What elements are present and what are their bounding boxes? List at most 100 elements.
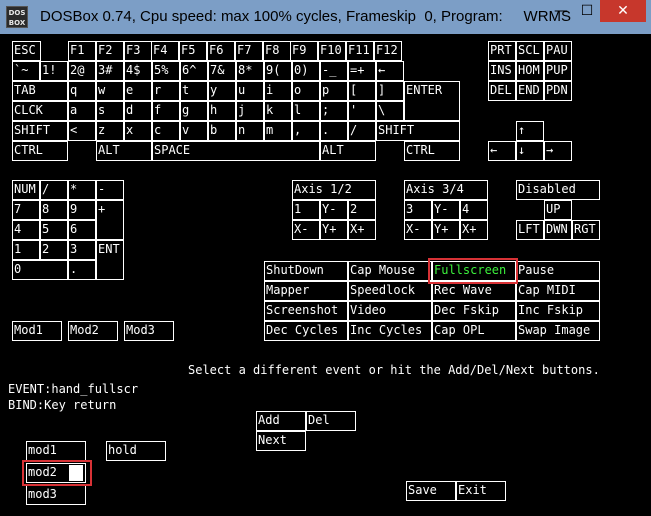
joystick-hat-dwn[interactable]: DWN (544, 220, 572, 240)
event-inc-fskip[interactable]: Inc Fskip (516, 301, 600, 321)
key-sym-10[interactable]: ; (320, 101, 348, 121)
window-titlebar[interactable]: DOS BOX DOSBox 0.74, Cpu speed: max 100%… (0, 0, 651, 34)
key-ins[interactable]: INS (488, 61, 516, 81)
maximize-button[interactable]: ☐ (574, 0, 600, 22)
key-arrow-down[interactable]: ↓ (516, 141, 544, 161)
key-7[interactable]: 7& (208, 61, 236, 81)
key-p[interactable]: p (320, 81, 348, 101)
key-m[interactable]: m (264, 121, 292, 141)
key-f[interactable]: f (152, 101, 180, 121)
key-4[interactable]: 4$ (124, 61, 152, 81)
key-sym-12[interactable]: ] (376, 81, 404, 101)
joystick-b2-x[interactable]: X+ (460, 220, 488, 240)
joystick-b1-4[interactable]: 4 (460, 200, 488, 220)
key-a[interactable]: a (68, 101, 96, 121)
mod2-button[interactable]: Mod2 (68, 321, 118, 341)
key-o[interactable]: o (292, 81, 320, 101)
next-button[interactable]: Next (256, 431, 306, 451)
key-f5[interactable]: F5 (179, 41, 207, 61)
numpad-key-5[interactable]: 5 (40, 220, 68, 240)
key-t[interactable]: t (180, 81, 208, 101)
key-del[interactable]: DEL (488, 81, 516, 101)
event-video[interactable]: Video (348, 301, 432, 321)
mod3-option[interactable]: mod3 (26, 485, 86, 505)
event-screenshot[interactable]: Screenshot (264, 301, 348, 321)
add-button[interactable]: Add (256, 411, 306, 431)
event-rec-wave[interactable]: Rec Wave (432, 281, 516, 301)
key-y[interactable]: y (208, 81, 236, 101)
key-sym-9[interactable]: , (292, 121, 320, 141)
key-enter[interactable]: ENTER (404, 81, 460, 121)
key-f3[interactable]: F3 (124, 41, 152, 61)
key-ctrl-right[interactable]: CTRL (404, 141, 460, 161)
key-r[interactable]: r (152, 81, 180, 101)
numpad-key-minus[interactable]: - (96, 180, 124, 200)
key-sym-11[interactable]: / (348, 121, 376, 141)
numpad-key-plus[interactable]: + (96, 200, 124, 240)
key-3[interactable]: 3# (96, 61, 124, 81)
key-ctrl-left[interactable]: CTRL (12, 141, 68, 161)
numpad-key-decimal[interactable]: . (68, 260, 96, 280)
key-pup[interactable]: PUP (544, 61, 572, 81)
key-hom[interactable]: HOM (516, 61, 544, 81)
joystick-a1-y[interactable]: Y- (320, 200, 348, 220)
event-dec-cycles[interactable]: Dec Cycles (264, 321, 348, 341)
event-inc-cycles[interactable]: Inc Cycles (348, 321, 432, 341)
joystick-a1-2[interactable]: 2 (348, 200, 376, 220)
key-f12[interactable]: F12 (374, 41, 402, 61)
key-arrow-up[interactable]: ↑ (516, 121, 544, 141)
event-cap-opl[interactable]: Cap OPL (432, 321, 516, 341)
key-h[interactable]: h (208, 101, 236, 121)
event-shutdown[interactable]: ShutDown (264, 261, 348, 281)
key-j[interactable]: j (236, 101, 264, 121)
key-g[interactable]: g (180, 101, 208, 121)
key-shift-right[interactable]: SHIFT (376, 121, 460, 141)
key-s[interactable]: s (96, 101, 124, 121)
key-sym-1[interactable]: < (68, 121, 96, 141)
key-sym-11[interactable]: [ (348, 81, 376, 101)
key-esc[interactable]: ESC (12, 41, 41, 61)
key-f10[interactable]: F10 (318, 41, 346, 61)
key-1[interactable]: 1! (40, 61, 68, 81)
key-pdn[interactable]: PDN (544, 81, 572, 101)
key-z[interactable]: z (96, 121, 124, 141)
numpad-key-3[interactable]: 3 (68, 240, 96, 260)
event-dec-fskip[interactable]: Dec Fskip (432, 301, 516, 321)
save-button[interactable]: Save (406, 481, 456, 501)
joystick-a1-1[interactable]: 1 (292, 200, 320, 220)
exit-button[interactable]: Exit (456, 481, 506, 501)
key-c[interactable]: c (152, 121, 180, 141)
key-sym-12[interactable]: =+ (348, 61, 376, 81)
key-sym-13[interactable]: ← (376, 61, 404, 81)
key-u[interactable]: u (236, 81, 264, 101)
key-tab[interactable]: TAB (12, 81, 68, 101)
event-pause[interactable]: Pause (516, 261, 600, 281)
joystick-axis-3-4[interactable]: Axis 3/4 (404, 180, 488, 200)
joystick-b2-x[interactable]: X- (404, 220, 432, 240)
key-w[interactable]: w (96, 81, 124, 101)
key-sym-11[interactable]: -_ (320, 61, 348, 81)
del-button[interactable]: Del (306, 411, 356, 431)
numpad-key-0[interactable]: 0 (12, 260, 68, 280)
key-x[interactable]: x (124, 121, 152, 141)
key-arrow-left[interactable]: ← (488, 141, 516, 161)
event-mapper[interactable]: Mapper (264, 281, 348, 301)
joystick-b1-3[interactable]: 3 (404, 200, 432, 220)
hold-option[interactable]: hold (106, 441, 166, 461)
minimize-button[interactable]: — (548, 0, 574, 22)
key-alt-left[interactable]: ALT (96, 141, 152, 161)
numpad-key-4[interactable]: 4 (12, 220, 40, 240)
event-swap-image[interactable]: Swap Image (516, 321, 600, 341)
key-q[interactable]: q (68, 81, 96, 101)
key-end[interactable]: END (516, 81, 544, 101)
numpad-key-enter[interactable]: ENT (96, 240, 124, 280)
numpad-key-6[interactable]: 6 (68, 220, 96, 240)
numpad-key-multiply[interactable]: * (68, 180, 96, 200)
numpad-key-2[interactable]: 2 (40, 240, 68, 260)
key-sym-11[interactable]: ' (348, 101, 376, 121)
numpad-key-num[interactable]: NUM (12, 180, 40, 200)
key-5[interactable]: 5% (152, 61, 180, 81)
key-f2[interactable]: F2 (96, 41, 124, 61)
joystick-hat-rgt[interactable]: RGT (572, 220, 600, 240)
key-d[interactable]: d (124, 101, 152, 121)
